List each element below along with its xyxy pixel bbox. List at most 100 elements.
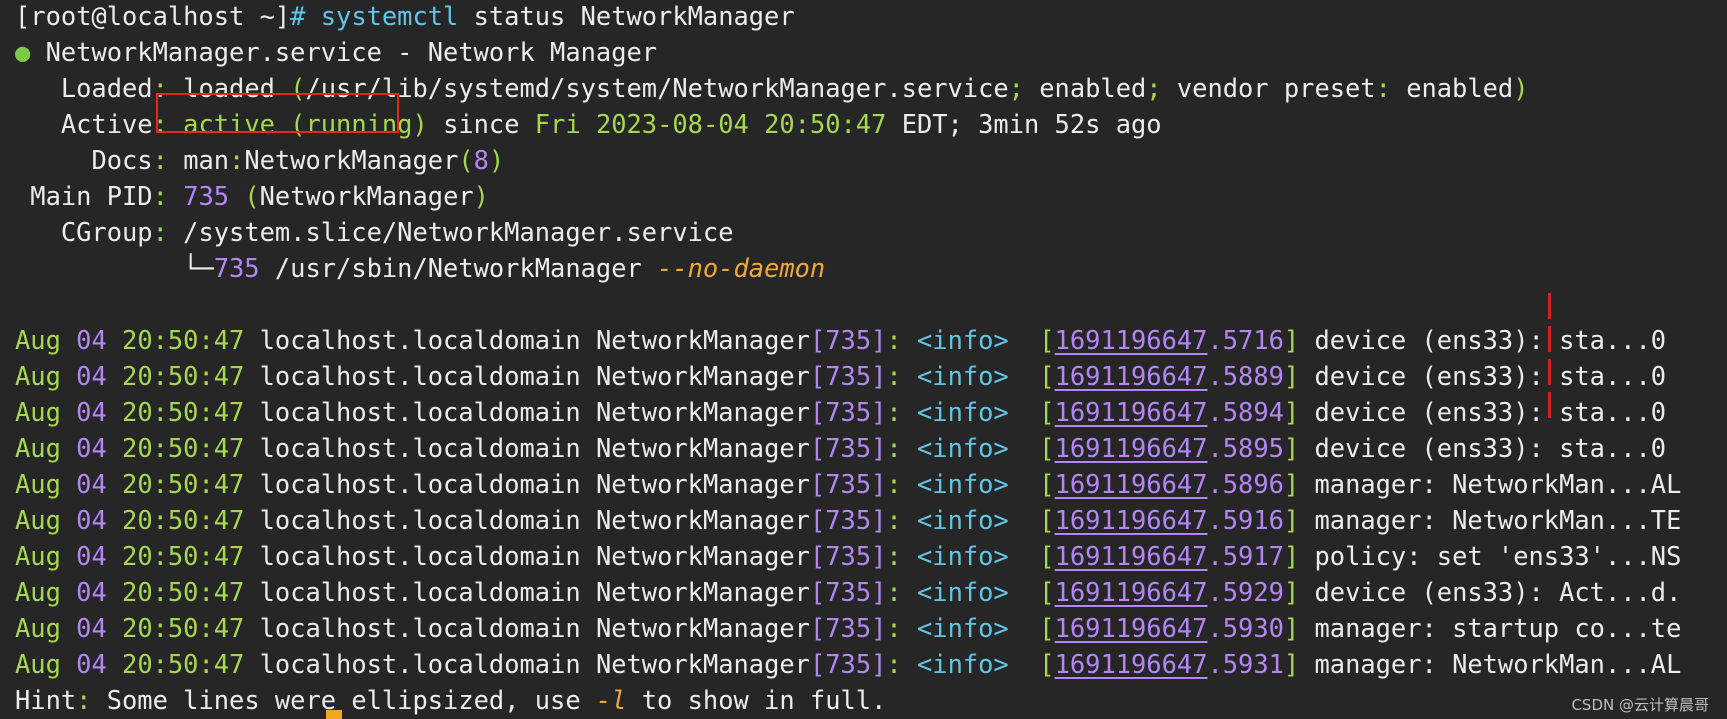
log-process: NetworkManager: [595, 577, 810, 607]
prompt-line: [root@localhost ~]# systemctl status Net…: [15, 0, 1727, 34]
log-ts-frac: .5889: [1207, 361, 1284, 391]
log-ts-frac: .5916: [1207, 505, 1284, 535]
log-ts-int: 1691196647: [1054, 433, 1208, 463]
active-label: Active: [60, 109, 153, 139]
log-ts-frac: .5929: [1207, 577, 1284, 607]
log-day: 04: [76, 325, 107, 355]
log-entry: Aug 04 20:50:47 localhost.localdomain Ne…: [15, 613, 1682, 643]
main-pid-label: Main PID: [30, 181, 153, 211]
log-time: 20:50:47: [122, 649, 245, 679]
log-host: localhost.localdomain: [259, 469, 581, 499]
log-message: policy: set 'ens33'...NS: [1314, 541, 1682, 571]
shell-prompt: [root@localhost ~]: [15, 1, 291, 31]
main-pid-name: NetworkManager: [259, 181, 474, 211]
log-host: localhost.localdomain: [259, 613, 581, 643]
log-pid: 735: [825, 397, 872, 427]
hint-flag: -l: [595, 685, 627, 715]
log-level: <info>: [917, 433, 1009, 463]
log-month: Aug: [15, 325, 61, 355]
log-time: 20:50:47: [122, 577, 245, 607]
log-day: 04: [76, 469, 107, 499]
terminal-cursor: [326, 710, 342, 719]
log-entry: Aug 04 20:50:47 localhost.localdomain Ne…: [15, 541, 1682, 571]
log-level: <info>: [917, 469, 1009, 499]
log-time: 20:50:47: [122, 541, 245, 571]
log-time: 20:50:47: [122, 361, 245, 391]
log-process: NetworkManager: [595, 325, 810, 355]
log-process: NetworkManager: [595, 433, 810, 463]
command-args: status NetworkManager: [458, 1, 795, 31]
log-month: Aug: [15, 649, 61, 679]
log-level: <info>: [917, 649, 1009, 679]
unit-name: NetworkManager.service - Network Manager: [45, 37, 658, 67]
active-date: Fri 2023-08-04 20:50:47: [534, 109, 887, 139]
log-process: NetworkManager: [595, 649, 810, 679]
log-ts-int: 1691196647: [1054, 541, 1208, 571]
log-pid: 735: [825, 577, 872, 607]
log-ts-frac: .5917: [1207, 541, 1284, 571]
hint-line: Hint: Some lines were ellipsized, use -l…: [15, 685, 887, 715]
command-name: systemctl: [320, 1, 459, 31]
tree-branch-icon: └─: [183, 253, 214, 283]
log-ts-int: 1691196647: [1054, 397, 1208, 427]
log-day: 04: [76, 505, 107, 535]
log-host: localhost.localdomain: [259, 577, 581, 607]
log-ts-frac: .5930: [1207, 613, 1284, 643]
docs-man-prefix: man: [183, 145, 230, 175]
active-status-highlight-box: [156, 93, 399, 133]
log-pid: 735: [825, 541, 872, 571]
log-month: Aug: [15, 577, 61, 607]
log-month: Aug: [15, 469, 61, 499]
log-ts-int: 1691196647: [1054, 577, 1208, 607]
log-time: 20:50:47: [122, 613, 245, 643]
log-message: device (ens33): sta...0: [1314, 433, 1667, 463]
line-overflow-marker: [1548, 359, 1551, 385]
log-pid: 735: [825, 325, 872, 355]
log-ts-int: 1691196647: [1054, 613, 1208, 643]
log-time: 20:50:47: [122, 325, 245, 355]
log-month: Aug: [15, 361, 61, 391]
log-month: Aug: [15, 541, 61, 571]
log-day: 04: [76, 577, 107, 607]
log-entry: Aug 04 20:50:47 localhost.localdomain Ne…: [15, 649, 1682, 679]
hint-text-1: Some lines were ellipsized, use: [91, 685, 596, 715]
cgroup-pid: 735: [213, 253, 260, 283]
unit-header: ● NetworkManager.service - Network Manag…: [15, 34, 1727, 70]
hint-label: Hint: [15, 685, 77, 715]
main-pid-value: 735: [183, 181, 230, 211]
log-time: 20:50:47: [122, 505, 245, 535]
log-process: NetworkManager: [595, 469, 810, 499]
log-level: <info>: [917, 577, 1009, 607]
unit-file-path: /usr/lib/systemd/system/NetworkManager.s…: [305, 73, 1009, 103]
cgroup-process-line: └─735 /usr/sbin/NetworkManager --no-daem…: [15, 250, 1727, 286]
log-host: localhost.localdomain: [259, 433, 581, 463]
log-entry: Aug 04 20:50:47 localhost.localdomain Ne…: [15, 469, 1682, 499]
line-overflow-marker: [1548, 392, 1551, 418]
log-process: NetworkManager: [595, 397, 810, 427]
log-entry: Aug 04 20:50:47 localhost.localdomain Ne…: [15, 325, 1667, 355]
log-ts-frac: .5896: [1207, 469, 1284, 499]
watermark: CSDN @云计算晨哥: [1571, 696, 1709, 714]
log-pid: 735: [825, 361, 872, 391]
log-month: Aug: [15, 433, 61, 463]
log-ts-frac: .5895: [1207, 433, 1284, 463]
log-month: Aug: [15, 613, 61, 643]
log-month: Aug: [15, 505, 61, 535]
log-process: NetworkManager: [595, 361, 810, 391]
prompt-hash: #: [290, 1, 306, 31]
log-ts-frac: .5716: [1207, 325, 1284, 355]
log-host: localhost.localdomain: [259, 325, 581, 355]
loaded-label: Loaded: [60, 73, 153, 103]
log-pid: 735: [825, 433, 872, 463]
log-ts-frac: .5931: [1207, 649, 1284, 679]
log-ts-frac: .5894: [1207, 397, 1284, 427]
log-level: <info>: [917, 361, 1009, 391]
line-overflow-marker: [1548, 326, 1551, 352]
cgroup-binary: /usr/sbin/NetworkManager: [274, 253, 642, 283]
log-message: manager: NetworkMan...TE: [1314, 505, 1682, 535]
log-host: localhost.localdomain: [259, 397, 581, 427]
log-message: manager: startup co...te: [1314, 613, 1682, 643]
log-ts-int: 1691196647: [1054, 505, 1208, 535]
log-entry: Aug 04 20:50:47 localhost.localdomain Ne…: [15, 397, 1667, 427]
